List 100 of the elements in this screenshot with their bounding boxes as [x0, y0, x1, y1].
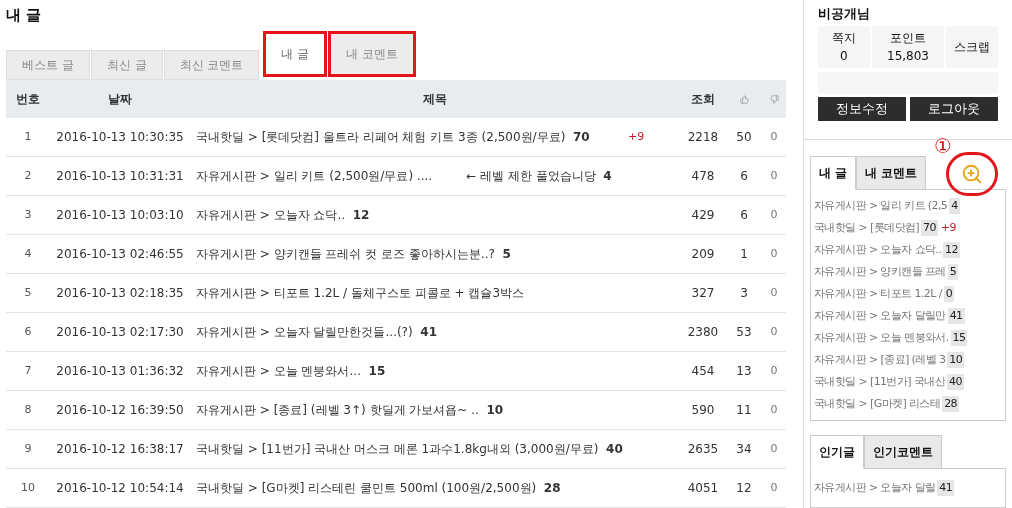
comment-count: 41: [947, 307, 965, 325]
like-count: 13: [736, 363, 752, 380]
view-count: 2218: [687, 129, 719, 146]
post-date: 2016-10-13 01:36:32: [56, 363, 184, 380]
like-count: 50: [736, 129, 752, 146]
column-header: 번호: [16, 91, 40, 108]
post-title-link[interactable]: 자유게시판 > 오늘 멘붕와서... 15: [196, 362, 386, 380]
comment-count: 12: [943, 241, 960, 259]
post-date: 2016-10-12 16:38:17: [56, 441, 184, 458]
like-count: 34: [736, 441, 752, 458]
comment-delta: +9: [940, 219, 956, 236]
view-count: 327: [691, 285, 715, 302]
row-number: 2: [24, 167, 32, 184]
post-title-link[interactable]: 자유게시판 > 오늘자 달릴만한것들...(?) 41: [196, 323, 437, 341]
sidebar-tab[interactable]: 인기코멘트: [864, 435, 942, 469]
post-link[interactable]: 자유게시판 > 일리 키트 (2,5: [814, 197, 948, 215]
post-date: 2016-10-13 10:31:31: [56, 168, 184, 185]
view-count: 2635: [687, 441, 719, 458]
comment-count: 0: [943, 285, 955, 303]
sidebar-tab[interactable]: 내 글: [810, 156, 857, 190]
post-link[interactable]: 자유게시판 > 티포트 1.2L /: [814, 285, 942, 303]
dislike-count: 0: [770, 245, 778, 262]
search-icon[interactable]: [961, 163, 984, 185]
comment-delta: +9: [628, 128, 645, 145]
post-title-link[interactable]: 국내핫딜 > [11번가] 국내산 머스크 메론 1과수1.8kg내외 (3,000원/무료) 40: [196, 440, 623, 458]
like-count: 6: [740, 168, 748, 185]
post-link[interactable]: 자유게시판 > 오늘 멘붕와서.: [814, 329, 949, 347]
comment-count: 28: [942, 395, 960, 413]
dislike-count: 0: [770, 440, 778, 457]
row-number: 4: [24, 245, 32, 262]
post-title-link[interactable]: 자유게시판 > 일리 키트 (2,500원/무료) ....: [196, 167, 433, 185]
post-link[interactable]: 국내핫딜 > [G마켓] 리스테: [814, 395, 941, 413]
row-number: 8: [24, 401, 32, 418]
comment-count: 70: [921, 219, 938, 237]
dislike-count: 0: [770, 167, 778, 184]
post-note: ← 레벨 제한 풀었습니당 4: [466, 168, 612, 185]
row-number: 5: [24, 284, 32, 301]
sidebar-tab[interactable]: 인기글: [810, 435, 864, 469]
like-count: 3: [740, 285, 748, 302]
account-button[interactable]: 정보수정: [818, 97, 906, 121]
dislike-count: 0: [770, 362, 778, 379]
post-title-link[interactable]: 자유게시판 > 오늘자 쇼닥.. 12: [196, 206, 370, 224]
user-stat[interactable]: 포인트 15,803: [871, 26, 945, 68]
comment-count: 10: [947, 351, 965, 369]
row-number: 1: [24, 128, 32, 145]
view-count: 454: [691, 363, 715, 380]
post-date: 2016-10-13 02:18:35: [56, 285, 184, 302]
post-title-link[interactable]: 자유게시판 > 티포트 1.2L / 돌체구스토 피콜로 + 캡슐3박스: [196, 284, 525, 302]
post-date: 2016-10-13 02:46:55: [56, 246, 184, 263]
like-count: 53: [736, 324, 752, 341]
annotation-marker: ①: [934, 136, 952, 156]
post-date: 2016-10-12 16:39:50: [56, 402, 184, 419]
post-link[interactable]: 국내핫딜 > [11번가] 국내산: [814, 373, 946, 391]
comment-count: 15: [950, 329, 968, 347]
user-stat[interactable]: 쪽지 0: [818, 26, 870, 68]
like-count: 12: [736, 480, 752, 497]
row-number: 7: [24, 362, 32, 379]
dislike-count: 0: [770, 323, 778, 340]
post-link[interactable]: 자유게시판 > 오늘자 달릴만: [814, 307, 946, 325]
thumbs-up-icon: [739, 94, 749, 104]
comment-count: 5: [947, 263, 959, 281]
row-number: 10: [21, 479, 35, 496]
post-link[interactable]: 자유게시판 > 오늘자 달릴: [814, 479, 936, 497]
dislike-count: 0: [770, 128, 778, 145]
post-link[interactable]: 자유게시판 > 오늘자 쇼닥..: [814, 241, 942, 259]
account-button[interactable]: 로그아웃: [910, 97, 998, 121]
view-count: 4051: [687, 480, 719, 497]
dislike-count: 0: [770, 284, 778, 301]
post-title-link[interactable]: 국내핫딜 > [G마켓] 리스테린 쿨민트 500ml (100원/2,500원) 28: [196, 479, 561, 497]
view-count: 2380: [687, 324, 719, 341]
column-header: 조회: [691, 91, 715, 108]
view-count: 590: [691, 402, 715, 419]
row-number: 6: [24, 323, 32, 340]
board-tab[interactable]: 내 글: [266, 34, 325, 74]
like-count: 1: [740, 246, 748, 263]
comment-count: 40: [947, 373, 964, 391]
post-date: 2016-10-13 10:03:10: [56, 207, 184, 224]
row-number: 9: [24, 440, 32, 457]
view-count: 478: [691, 168, 715, 185]
post-title-link[interactable]: 국내핫딜 > [롯데닷컴] 울트라 리페어 체험 키트 3종 (2,500원/무료) 70: [196, 128, 590, 146]
post-link[interactable]: 자유게시판 > [종료] (레벨 3: [814, 351, 946, 369]
post-title-link[interactable]: 자유게시판 > [종료] (레벨 3↑) 핫딜게 가보셔욥~ .. 10: [196, 401, 504, 419]
post-date: 2016-10-13 02:17:30: [56, 324, 184, 341]
like-count: 11: [736, 402, 752, 419]
thumbs-down-icon: [769, 94, 779, 104]
sidebar-tab[interactable]: 내 코멘트: [856, 156, 927, 190]
post-title-link[interactable]: 자유게시판 > 양키캔들 프레쉬 컷 로즈 좋아하시는분..? 5: [196, 245, 511, 263]
like-count: 6: [740, 207, 748, 224]
dislike-count: 0: [770, 206, 778, 223]
comment-count: 41: [937, 479, 955, 497]
dislike-count: 0: [770, 401, 778, 418]
post-link[interactable]: 국내핫딜 > [롯데닷컴]: [814, 219, 919, 237]
dislike-count: 0: [770, 479, 778, 496]
post-link[interactable]: 자유게시판 > 양키캔들 프레: [814, 263, 946, 281]
view-count: 429: [691, 207, 715, 224]
row-number: 3: [24, 206, 32, 223]
comment-count: 4: [949, 197, 960, 215]
user-stat[interactable]: 스크랩: [946, 26, 998, 68]
page-title: 내 글: [6, 5, 43, 26]
post-date: 2016-10-13 10:30:35: [56, 129, 184, 146]
